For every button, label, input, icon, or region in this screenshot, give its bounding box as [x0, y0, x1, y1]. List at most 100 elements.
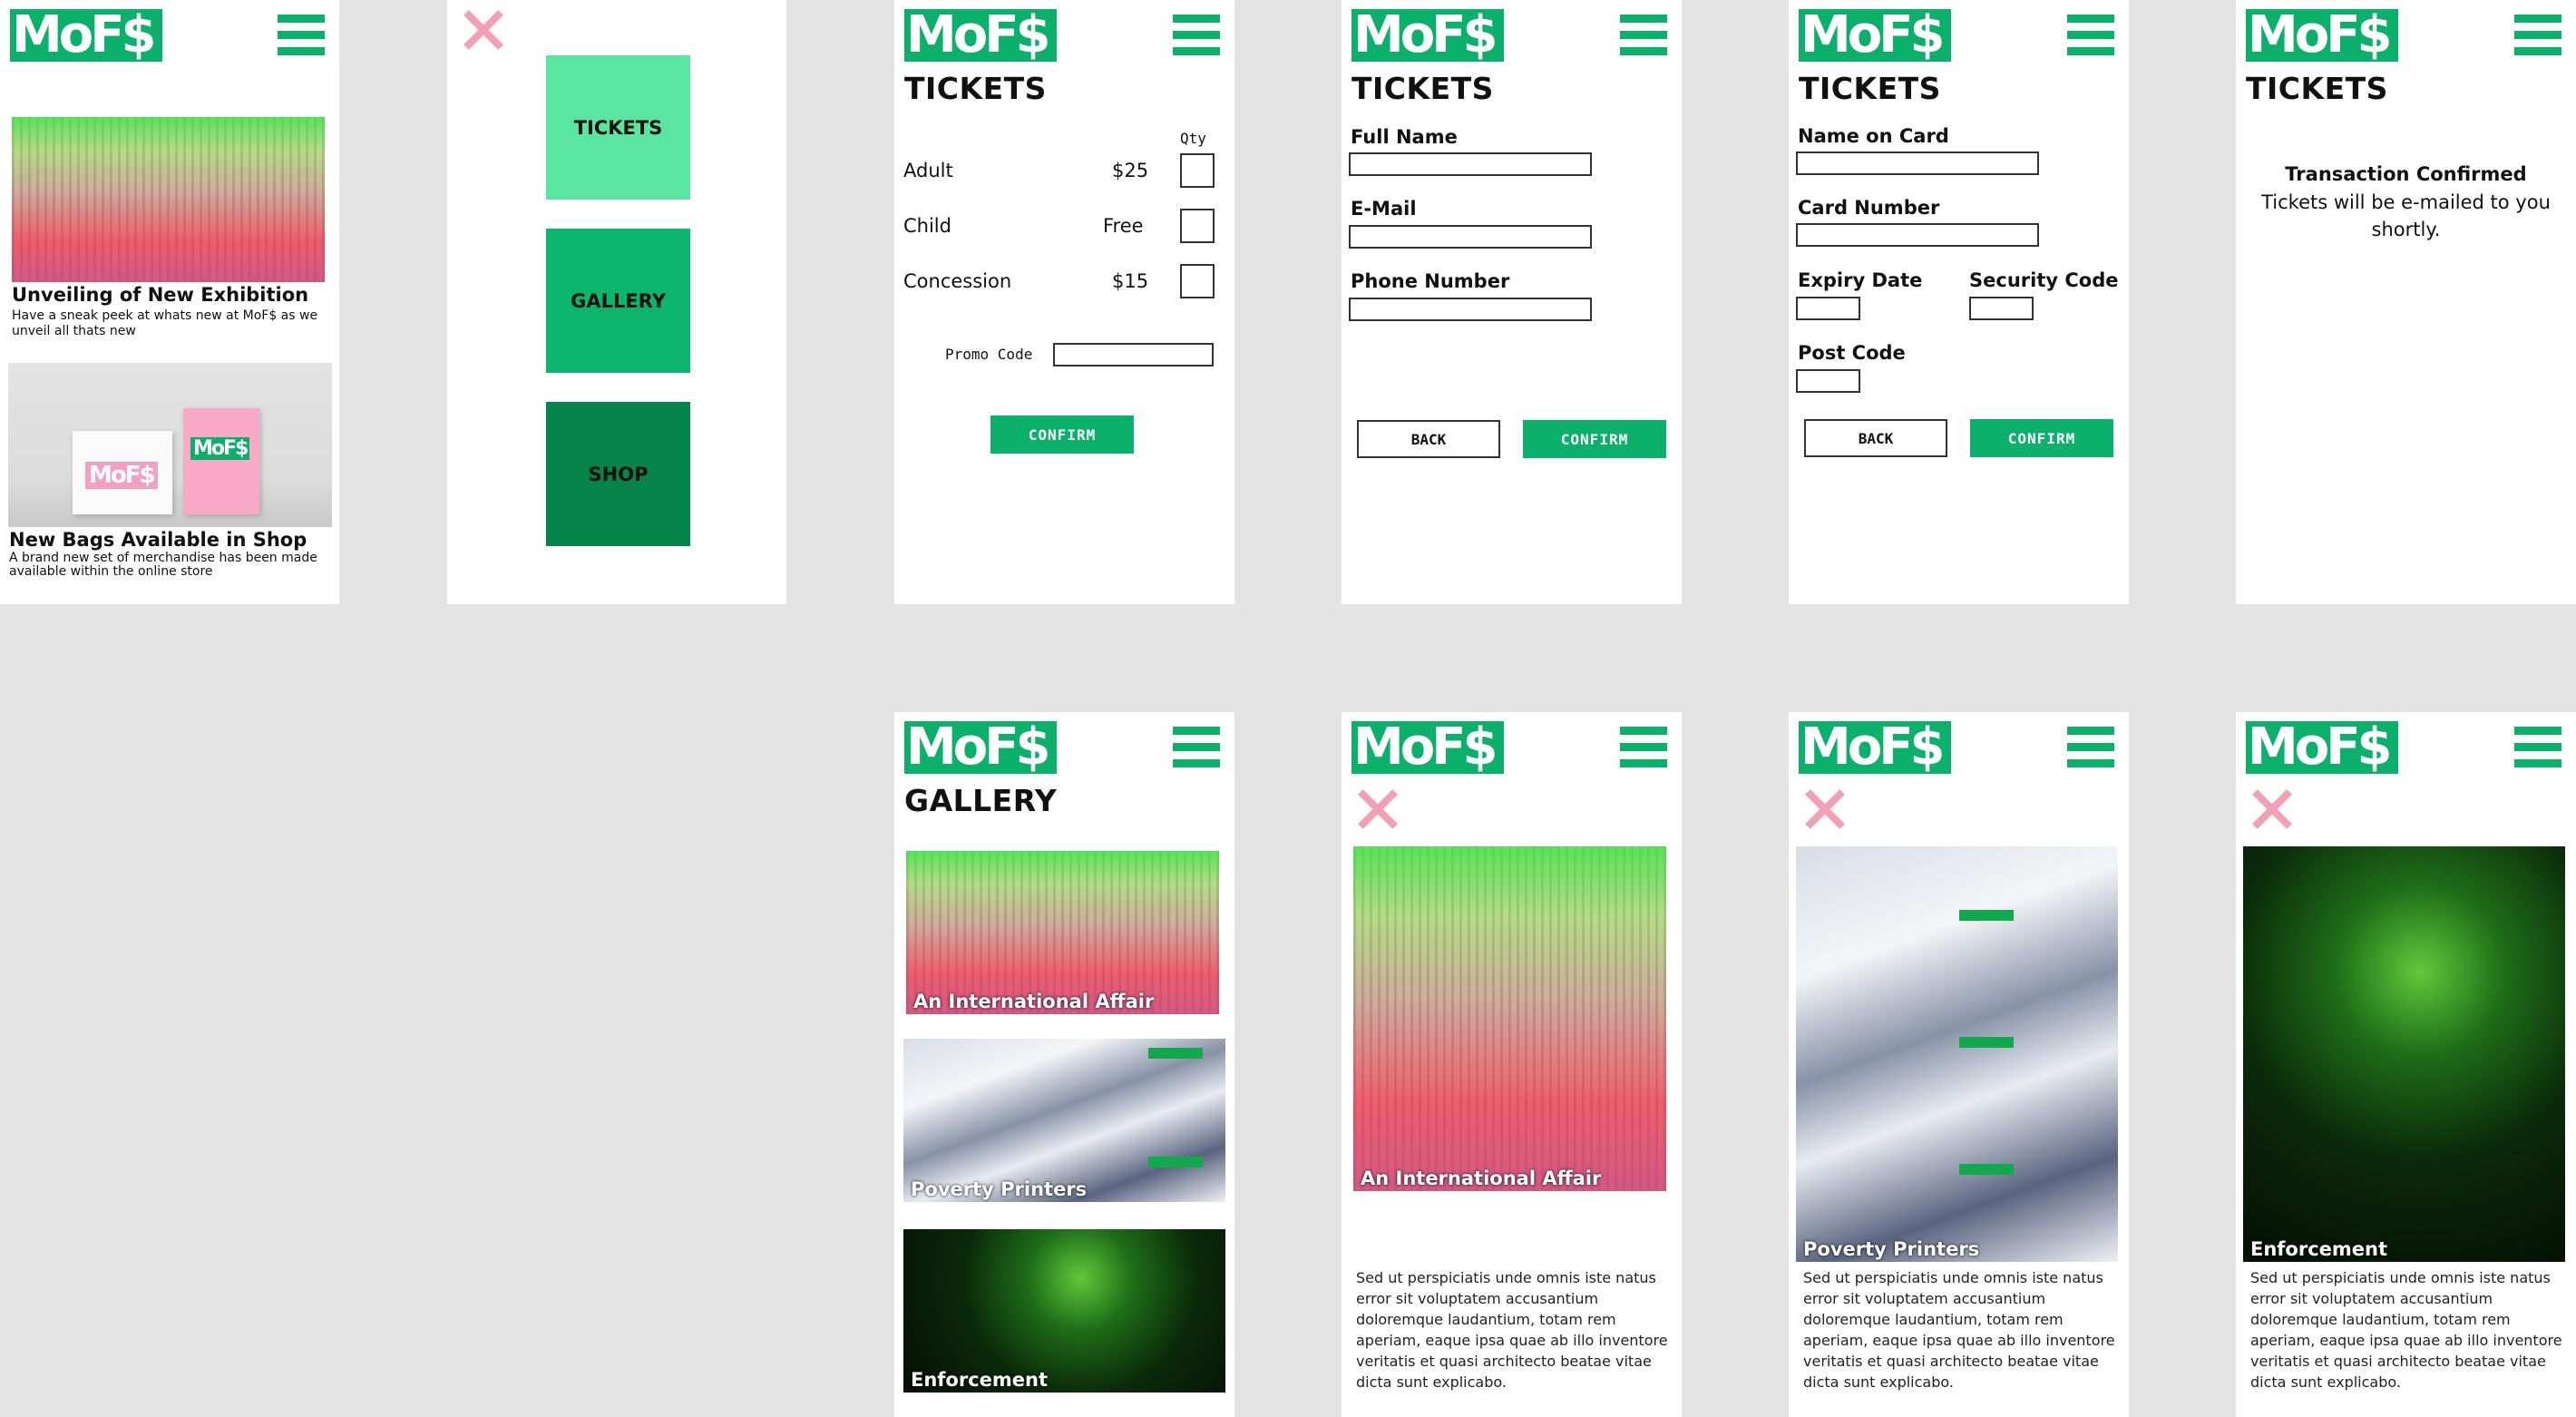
close-icon[interactable]: [2251, 788, 2293, 830]
gallery-item-caption: Enforcement: [911, 1369, 1049, 1391]
detail-screen: MoF$ Enforcement Sed ut perspiciatis und…: [2236, 712, 2576, 1417]
detail-description: Sed ut perspiciatis unde omnis iste natu…: [2250, 1269, 2562, 1391]
logo[interactable]: MoF$: [904, 721, 1057, 774]
gallery-item-caption: An International Affair: [913, 991, 1155, 1012]
ticket-type-label: Concession: [903, 270, 1012, 292]
hamburger-menu-icon[interactable]: [1173, 15, 1220, 55]
detail-caption: Poverty Printers: [1803, 1238, 1980, 1260]
article-title[interactable]: New Bags Available in Shop: [9, 529, 307, 551]
close-icon[interactable]: [1804, 788, 1846, 830]
email-label: E-Mail: [1351, 198, 1417, 220]
card-number-input[interactable]: [1796, 223, 2039, 247]
gallery-screen: MoF$ GALLERY An International Affair Pov…: [894, 712, 1234, 1417]
logo[interactable]: MoF$: [2246, 721, 2398, 774]
tickets-payment-screen: MoF$ TICKETS Name on Card Card Number Ex…: [1789, 0, 2129, 604]
detail-description: Sed ut perspiciatis unde omnis iste natu…: [1356, 1269, 1668, 1391]
ticket-price: Free: [1103, 215, 1144, 237]
article-blurb: A brand new set of merchandise has been …: [9, 551, 317, 579]
detail-screen: MoF$ Poverty Printers Sed ut perspiciati…: [1789, 712, 2129, 1417]
home-screen: MoF$ Unveiling of New Exhibition Have a …: [0, 0, 339, 604]
ticket-type-label: Child: [903, 215, 951, 237]
page-title: TICKETS: [1351, 71, 1494, 106]
white-bag: MoF$: [73, 431, 172, 514]
confirm-button[interactable]: CONFIRM: [1523, 420, 1666, 458]
tickets-select-screen: MoF$ TICKETS Qty Adult $25 Child Free Co…: [894, 0, 1234, 604]
close-icon[interactable]: [463, 9, 504, 51]
concession-qty-input[interactable]: [1180, 264, 1215, 298]
child-qty-input[interactable]: [1180, 209, 1215, 243]
hamburger-menu-icon[interactable]: [278, 15, 325, 55]
pink-bag: MoF$: [183, 408, 259, 514]
money-band-stripe: [1148, 1048, 1203, 1059]
logo[interactable]: MoF$: [1799, 721, 1951, 774]
hamburger-menu-icon[interactable]: [1620, 15, 1667, 55]
name-on-card-label: Name on Card: [1798, 125, 1949, 147]
tickets-confirmed-screen: MoF$ TICKETS Transaction Confirmed Ticke…: [2236, 0, 2576, 604]
full-name-input[interactable]: [1349, 152, 1592, 176]
menu-screen: TICKETS GALLERY SHOP: [447, 0, 786, 604]
menu-tickets-button[interactable]: TICKETS: [546, 55, 690, 200]
phone-input[interactable]: [1349, 298, 1592, 321]
name-on-card-input[interactable]: [1796, 151, 2039, 175]
page-title: TICKETS: [2246, 71, 2388, 106]
tickets-details-screen: MoF$ TICKETS Full Name E-Mail Phone Numb…: [1342, 0, 1682, 604]
money-band-stripe: [1959, 1164, 2014, 1175]
gallery-item[interactable]: Enforcement: [903, 1229, 1225, 1393]
ticket-price: $15: [1112, 270, 1149, 292]
bag-logo: MoF$: [85, 462, 158, 489]
expiry-date-label: Expiry Date: [1798, 269, 1923, 291]
gallery-item-caption: Poverty Printers: [911, 1178, 1088, 1200]
menu-gallery-button[interactable]: GALLERY: [546, 229, 690, 373]
email-input[interactable]: [1349, 225, 1592, 249]
logo[interactable]: MoF$: [10, 9, 162, 62]
promo-code-label: Promo Code: [945, 346, 1033, 363]
logo[interactable]: MoF$: [904, 9, 1057, 62]
qty-header: Qty: [1180, 130, 1206, 147]
post-code-input[interactable]: [1796, 369, 1860, 393]
bags-image[interactable]: MoF$ MoF$: [8, 363, 332, 527]
exhibition-image[interactable]: [12, 117, 325, 282]
full-name-label: Full Name: [1351, 126, 1458, 148]
close-icon[interactable]: [1357, 788, 1399, 830]
confirm-button[interactable]: CONFIRM: [1970, 419, 2113, 457]
security-code-input[interactable]: [1969, 297, 2034, 320]
confirm-button[interactable]: CONFIRM: [990, 415, 1134, 454]
money-band-stripe: [1148, 1157, 1203, 1168]
detail-image: Enforcement: [2243, 846, 2565, 1262]
page-title: TICKETS: [1799, 71, 1941, 106]
detail-image: Poverty Printers: [1796, 846, 2118, 1262]
post-code-label: Post Code: [1798, 342, 1906, 364]
logo[interactable]: MoF$: [1799, 9, 1951, 62]
gallery-item[interactable]: Poverty Printers: [903, 1039, 1225, 1202]
article-title[interactable]: Unveiling of New Exhibition: [12, 284, 308, 306]
hamburger-menu-icon[interactable]: [2514, 727, 2561, 767]
hamburger-menu-icon[interactable]: [1173, 727, 1220, 767]
page-title: TICKETS: [904, 71, 1047, 106]
confirmation-message: Tickets will be e-mailed to you shortly.: [2261, 191, 2551, 240]
logo[interactable]: MoF$: [2246, 9, 2398, 62]
hamburger-menu-icon[interactable]: [1620, 727, 1667, 767]
hamburger-menu-icon[interactable]: [2067, 15, 2114, 55]
ticket-price: $25: [1112, 160, 1149, 181]
gallery-item[interactable]: An International Affair: [906, 851, 1219, 1014]
detail-image: An International Affair: [1353, 846, 1666, 1191]
detail-caption: An International Affair: [1361, 1168, 1602, 1189]
logo[interactable]: MoF$: [1351, 9, 1504, 62]
logo[interactable]: MoF$: [1351, 721, 1504, 774]
security-code-label: Security Code: [1969, 269, 2119, 291]
back-button[interactable]: BACK: [1357, 420, 1500, 458]
article-blurb: Have a sneak peek at whats new at MoF$ a…: [12, 308, 318, 338]
promo-code-input[interactable]: [1053, 343, 1214, 366]
expiry-date-input[interactable]: [1796, 297, 1860, 320]
card-number-label: Card Number: [1798, 197, 1940, 219]
hamburger-menu-icon[interactable]: [2514, 15, 2561, 55]
bag-logo: MoF$: [190, 437, 250, 460]
money-band-stripe: [1959, 1037, 2014, 1048]
hamburger-menu-icon[interactable]: [2067, 727, 2114, 767]
back-button[interactable]: BACK: [1804, 419, 1947, 457]
adult-qty-input[interactable]: [1180, 153, 1215, 188]
ticket-type-label: Adult: [903, 160, 953, 181]
confirmation-heading: Transaction Confirmed: [2285, 163, 2527, 185]
menu-shop-button[interactable]: SHOP: [546, 402, 690, 546]
detail-screen: MoF$ An International Affair Sed ut pers…: [1342, 712, 1682, 1417]
